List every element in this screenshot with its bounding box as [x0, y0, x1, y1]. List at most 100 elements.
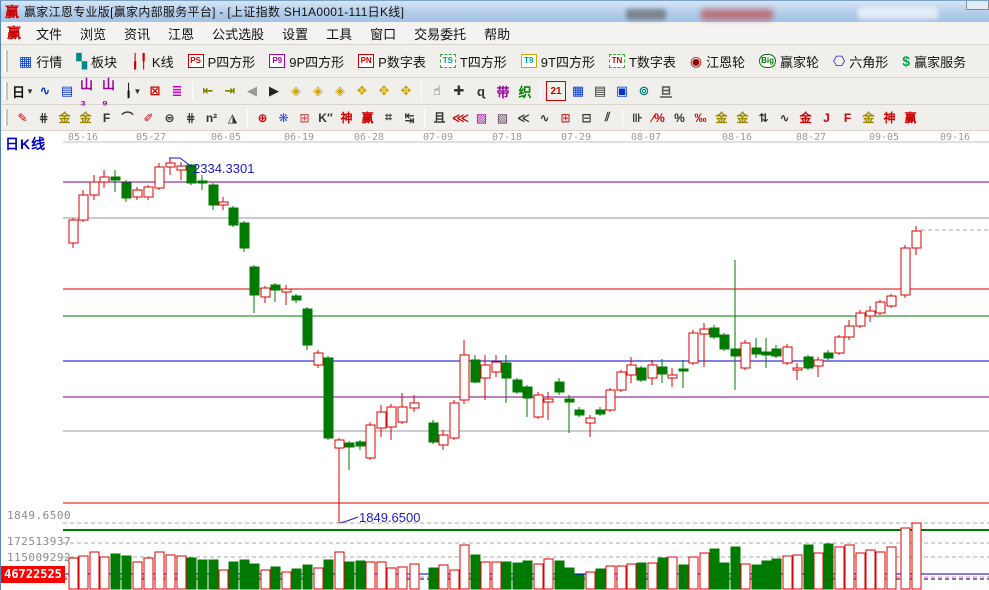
- period-day-dropdown-dropdown-arrow[interactable]: ▼: [26, 87, 34, 96]
- slash-lines-icon[interactable]: ⫽: [598, 108, 617, 127]
- ribbon-tool-icon[interactable]: 带: [493, 81, 513, 101]
- draw-pen-icon[interactable]: ✎: [13, 108, 32, 127]
- ying-angle-icon[interactable]: 赢: [901, 108, 920, 127]
- menu-item-工具[interactable]: 工具: [317, 22, 361, 45]
- fan-red-icon[interactable]: ⋘: [451, 108, 470, 127]
- 9p-square-button[interactable]: P99P四方形: [262, 48, 351, 75]
- menu-item-交易委托[interactable]: 交易委托: [405, 22, 475, 45]
- window-control-partial[interactable]: [966, 1, 989, 10]
- fibo-ruler-icon[interactable]: F: [97, 108, 116, 127]
- shen-angle-icon[interactable]: 神: [880, 108, 899, 127]
- span-arrows-icon[interactable]: ↹: [400, 108, 419, 127]
- j-angle-icon[interactable]: J: [817, 108, 836, 127]
- gold-red-lines-icon[interactable]: 金: [796, 108, 815, 127]
- arc-ruler-icon[interactable]: ⌒: [118, 108, 137, 127]
- p-table-button[interactable]: PNP数字表: [351, 48, 433, 75]
- triangle-ruler-icon[interactable]: ◮: [223, 108, 242, 127]
- zoom-right-icon[interactable]: ◈: [308, 81, 328, 101]
- zoom-all-icon[interactable]: ✥: [396, 81, 416, 101]
- page-back-icon[interactable]: ◀: [242, 81, 262, 101]
- bars-9-icon[interactable]: 山₉: [101, 81, 121, 101]
- gold-ruler-1-icon[interactable]: 金: [55, 108, 74, 127]
- save-disk-icon[interactable]: ▣: [612, 81, 632, 101]
- zoom-left-icon[interactable]: ◈: [286, 81, 306, 101]
- gold-ruler-2-icon[interactable]: 金: [76, 108, 95, 127]
- quotes-button[interactable]: ▦行情: [12, 48, 69, 75]
- kline-chart-area[interactable]: 日K线 05-1605-2706-0506-1906-2807-0907-180…: [1, 131, 989, 590]
- zoom-in-icon[interactable]: ✥: [374, 81, 394, 101]
- menu-item-公式选股[interactable]: 公式选股: [203, 22, 273, 45]
- winner-service-button[interactable]: $赢家服务: [895, 48, 973, 75]
- toolbar-grip[interactable]: [4, 82, 8, 100]
- t-table-button[interactable]: TNT数字表: [602, 48, 683, 75]
- zoom-out-icon[interactable]: ❖: [352, 81, 372, 101]
- square-n2-icon[interactable]: n²: [202, 108, 221, 127]
- grid-arrow-icon[interactable]: ⊟: [577, 108, 596, 127]
- level-list-icon[interactable]: ⊪: [628, 108, 647, 127]
- circle-cross-icon[interactable]: ⊕: [253, 108, 272, 127]
- notepad-icon[interactable]: ▤: [590, 81, 610, 101]
- wave-lines-icon[interactable]: ∿: [535, 108, 554, 127]
- menu-item-资讯[interactable]: 资讯: [115, 22, 159, 45]
- grid-123-icon[interactable]: ⌗: [379, 108, 398, 127]
- f-angle-icon[interactable]: F: [838, 108, 857, 127]
- cycle-circle-icon[interactable]: ⊜: [160, 108, 179, 127]
- weave-tool-icon[interactable]: 织: [515, 81, 535, 101]
- grid-ruler-icon[interactable]: ⋕: [181, 108, 200, 127]
- p-square-button[interactable]: PSP四方形: [181, 48, 263, 75]
- gann-box-icon[interactable]: 且: [430, 108, 449, 127]
- fan-box-dark-icon[interactable]: ▧: [493, 108, 512, 127]
- menu-item-浏览[interactable]: 浏览: [71, 22, 115, 45]
- fan-lines-icon[interactable]: ≪: [514, 108, 533, 127]
- percent-icon[interactable]: %: [670, 108, 689, 127]
- snowflake-icon[interactable]: ❋: [274, 108, 293, 127]
- hand-tool-icon[interactable]: ☝: [427, 81, 447, 101]
- calendar-icon[interactable]: 21: [546, 81, 566, 101]
- fan-box-purple-icon[interactable]: ▨: [472, 108, 491, 127]
- shen-tool-icon[interactable]: 神: [337, 108, 356, 127]
- menu-item-江恩[interactable]: 江恩: [159, 22, 203, 45]
- 9t-square-button[interactable]: T99T四方形: [514, 48, 602, 75]
- period-day-dropdown-icon[interactable]: 日▼: [13, 81, 33, 101]
- t-square-button[interactable]: TST四方形: [433, 48, 514, 75]
- zoom-h-icon[interactable]: ◈: [330, 81, 350, 101]
- permille-icon[interactable]: ‰: [691, 108, 710, 127]
- gann-wheel-button[interactable]: ◉江恩轮: [683, 48, 752, 75]
- pattern-box-icon[interactable]: ⊠: [145, 81, 165, 101]
- red-pencil-icon[interactable]: ✐: [139, 108, 158, 127]
- candle-style-dropdown-icon[interactable]: ╽▼: [123, 81, 143, 101]
- toolbar-grip[interactable]: [4, 109, 8, 127]
- zigzag-tool-icon[interactable]: ∿: [35, 81, 55, 101]
- menu-item-设置[interactable]: 设置: [273, 22, 317, 45]
- last-page-icon[interactable]: ⇥: [220, 81, 240, 101]
- percent-slash-icon[interactable]: ⁄%: [649, 108, 668, 127]
- gold-lines-icon[interactable]: 金: [733, 108, 752, 127]
- spider-web-icon[interactable]: ⊞: [295, 108, 314, 127]
- first-page-icon[interactable]: ⇤: [198, 81, 218, 101]
- gold-circle-icon[interactable]: 金: [712, 108, 731, 127]
- ying-tool-icon[interactable]: 赢: [358, 108, 377, 127]
- time-wheel-icon[interactable]: ⊚: [634, 81, 654, 101]
- menu-item-帮助[interactable]: 帮助: [475, 22, 519, 45]
- menu-item-窗口[interactable]: 窗口: [361, 22, 405, 45]
- sectors-button[interactable]: ▚板块: [69, 48, 124, 75]
- time-ruler-icon[interactable]: ⋕: [34, 108, 53, 127]
- hexagon-button[interactable]: ⎔六角形: [826, 48, 895, 75]
- gold-angle-icon[interactable]: 金: [859, 108, 878, 127]
- info-panel-icon[interactable]: ▤: [57, 81, 77, 101]
- candle-pen-icon[interactable]: ⇅: [754, 108, 773, 127]
- toolbar-grip[interactable]: [4, 50, 8, 72]
- winner-wheel-button[interactable]: Big赢家轮: [752, 48, 826, 75]
- wave-a-icon[interactable]: ∿: [775, 108, 794, 127]
- histogram-icon[interactable]: ≣: [167, 81, 187, 101]
- kline-button[interactable]: ╽╿K线: [124, 48, 181, 75]
- grid-plain-icon[interactable]: ⊞: [556, 108, 575, 127]
- page-forward-icon[interactable]: ▶: [264, 81, 284, 101]
- calculator-icon[interactable]: ▦: [568, 81, 588, 101]
- candle-style-dropdown-dropdown-arrow[interactable]: ▼: [133, 87, 141, 96]
- menu-item-文件[interactable]: 文件: [27, 22, 71, 45]
- crosshair-tool-icon[interactable]: ✚: [449, 81, 469, 101]
- magnifier-tool-icon[interactable]: ɋ: [471, 81, 491, 101]
- k-mark-icon[interactable]: Κ″: [316, 108, 335, 127]
- bars-3-icon[interactable]: 山₃: [79, 81, 99, 101]
